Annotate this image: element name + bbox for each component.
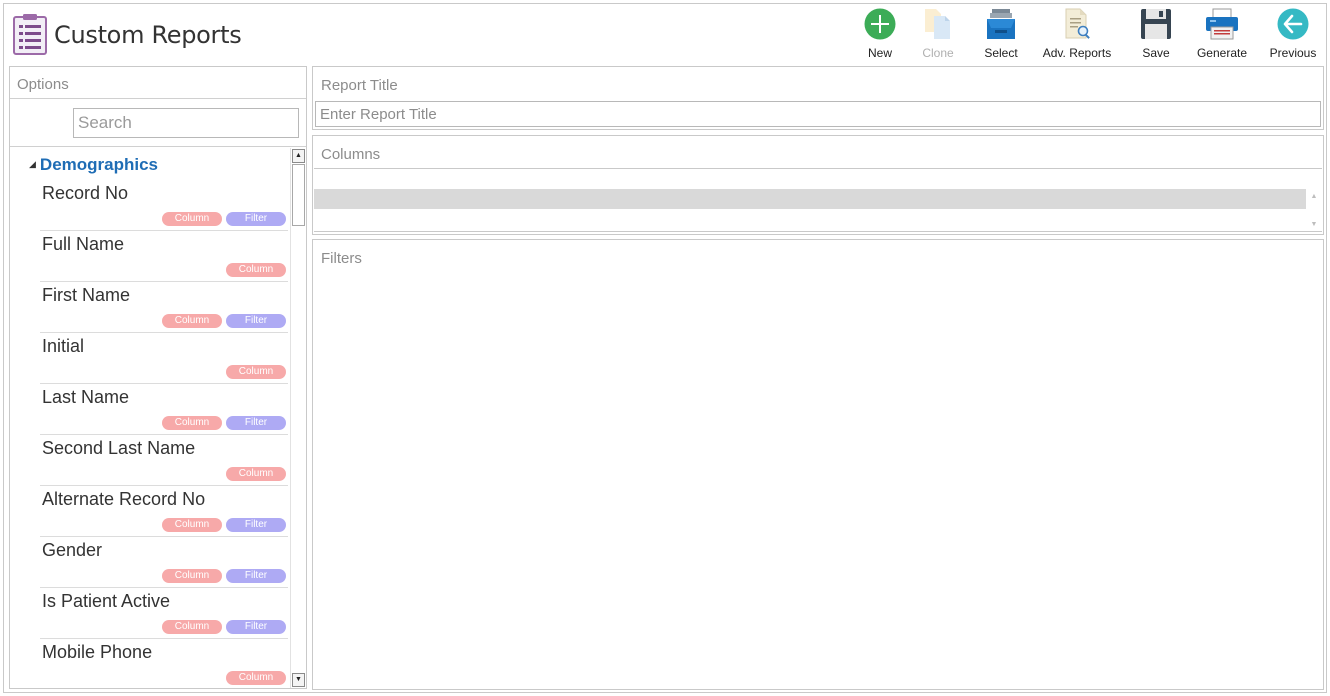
toolbar: New Clone Select Adv. Reports Save Gener… [856, 4, 1326, 66]
generate-button[interactable]: Generate [1192, 8, 1252, 64]
field-label: Is Patient Active [42, 591, 171, 611]
group-label: Demographics [39, 155, 159, 174]
field-item[interactable]: Initial Column [40, 333, 288, 384]
adv-reports-button[interactable]: Adv. Reports [1042, 8, 1112, 64]
options-heading: Options [10, 67, 306, 99]
field-item[interactable]: Record No Column Filter [40, 180, 288, 231]
column-tag-button[interactable]: Column [226, 671, 286, 685]
column-tag-button[interactable]: Column [226, 365, 286, 379]
field-item[interactable]: Second Last Name Column [40, 435, 288, 486]
previous-button[interactable]: Previous [1262, 8, 1324, 64]
group-demographics[interactable]: ◢ Demographics [29, 155, 158, 175]
filter-tag-button[interactable]: Filter [226, 569, 286, 583]
adv-reports-label: Adv. Reports [1042, 46, 1112, 60]
page-title: Custom Reports [54, 21, 242, 49]
report-list-icon [13, 14, 47, 55]
options-panel: Options ◢Demographics Record No Column Fil… [9, 66, 307, 689]
report-title-input[interactable] [315, 101, 1321, 127]
floppy-disk-icon [1141, 9, 1171, 39]
field-label: Mobile Phone [42, 642, 153, 662]
select-label: Select [984, 46, 1018, 60]
filter-tag-button[interactable]: Filter [226, 314, 286, 328]
new-label: New [867, 46, 892, 60]
filter-tag-button[interactable]: Filter [226, 416, 286, 430]
field-tree: ◢ Demographics Record No Column Filter Full … [10, 148, 290, 688]
field-item[interactable]: Full Name Column [40, 231, 288, 282]
document-search-icon [1065, 8, 1090, 39]
new-button[interactable]: New [860, 8, 900, 64]
save-button[interactable]: Save [1136, 8, 1176, 64]
filters-heading: Filters [321, 250, 362, 267]
arrow-left-circle-icon [1277, 8, 1309, 40]
scroll-down-arrow-icon[interactable]: ▼ [292, 673, 305, 687]
filter-tag-button[interactable]: Filter [226, 518, 286, 532]
column-tag-button[interactable]: Column [162, 620, 222, 634]
filter-tag-button[interactable]: Filter [226, 212, 286, 226]
field-item[interactable]: Is Patient Active Column Filter [40, 588, 288, 639]
save-label: Save [1142, 46, 1170, 60]
column-tag-button[interactable]: Column [162, 569, 222, 583]
scroll-up-arrow-icon[interactable]: ▲ [1308, 191, 1320, 203]
columns-list[interactable]: ▲ ▼ [314, 168, 1322, 232]
clone-document-icon [925, 9, 950, 39]
field-item[interactable]: Last Name Column Filter [40, 384, 288, 435]
field-item[interactable]: Alternate Record No Column Filter [40, 486, 288, 537]
columns-heading: Columns [321, 146, 381, 163]
header: Custom Reports New Clone Select Adv. Rep… [4, 4, 1326, 66]
column-tag-button[interactable]: Column [162, 212, 222, 226]
column-tag-button[interactable]: Column [162, 314, 222, 328]
columns-panel: Columns ▲ ▼ [312, 135, 1324, 235]
field-label: Alternate Record No [42, 489, 206, 509]
report-title-heading: Report Title [321, 77, 398, 94]
columns-list-selected-row[interactable] [314, 189, 1306, 209]
collapse-caret-icon[interactable]: ◢ [29, 159, 36, 170]
field-label: First Name [42, 285, 131, 305]
field-item[interactable]: First Name Column Filter [40, 282, 288, 333]
generate-label: Generate [1196, 46, 1248, 60]
options-scrollbar[interactable]: ▲ ▼ [290, 148, 306, 688]
report-title-panel: Report Title [312, 66, 1324, 130]
column-tag-button[interactable]: Column [162, 518, 222, 532]
field-item[interactable]: Mobile Phone Column [40, 639, 288, 688]
scroll-thumb[interactable] [292, 164, 305, 226]
field-label: Record No [42, 183, 129, 203]
select-button[interactable]: Select [979, 8, 1023, 64]
field-label: Full Name [42, 234, 125, 254]
custom-reports-window: Custom Reports New Clone Select Adv. Rep… [3, 3, 1327, 693]
columns-scrollbar[interactable]: ▲ ▼ [1306, 189, 1322, 233]
filters-panel[interactable]: Filters [312, 239, 1324, 690]
previous-label: Previous [1269, 46, 1317, 60]
clone-label: Clone [922, 46, 954, 60]
field-label: Last Name [42, 387, 130, 407]
field-label: Second Last Name [42, 438, 196, 458]
file-tray-icon [987, 9, 1015, 39]
column-tag-button[interactable]: Column [226, 263, 286, 277]
plus-circle-icon [864, 8, 896, 40]
column-tag-button[interactable]: Column [162, 416, 222, 430]
search-area [10, 99, 306, 147]
field-item[interactable]: Gender Column Filter [40, 537, 288, 588]
column-tag-button[interactable]: Column [226, 467, 286, 481]
clone-button[interactable]: Clone [918, 8, 958, 64]
field-label: Initial [42, 336, 85, 356]
search-input[interactable] [73, 108, 299, 138]
scroll-up-arrow-icon[interactable]: ▲ [292, 149, 305, 163]
field-label: Gender [42, 540, 103, 560]
scroll-down-arrow-icon[interactable]: ▼ [1308, 219, 1320, 231]
printer-icon [1206, 8, 1238, 40]
filter-tag-button[interactable]: Filter [226, 620, 286, 634]
